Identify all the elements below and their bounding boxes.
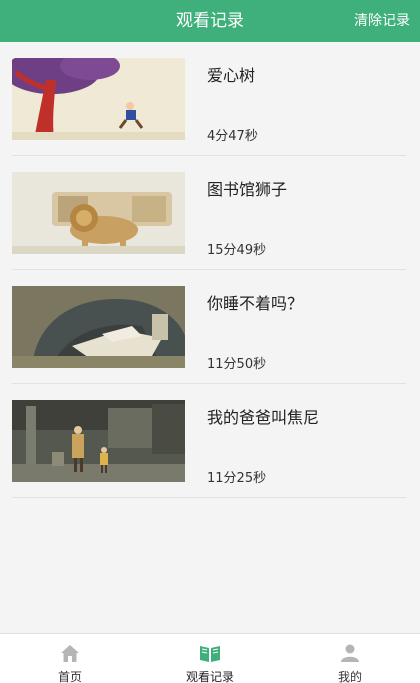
- history-item[interactable]: 你睡不着吗？ 11分50秒: [12, 270, 406, 384]
- history-item[interactable]: 我的爸爸叫焦尼 11分25秒: [12, 384, 406, 498]
- video-title: 爱心树: [207, 66, 256, 85]
- book-cover-thumbnail: [12, 58, 185, 140]
- father-son-street-illustration: [12, 400, 185, 482]
- watch-duration: 15分49秒: [207, 243, 267, 258]
- cave-sleeping-illustration: [12, 286, 185, 368]
- video-title: 你睡不着吗？: [207, 294, 304, 313]
- home-icon: [61, 645, 79, 662]
- watch-duration: 11分25秒: [207, 471, 267, 486]
- watch-duration: 11分50秒: [207, 357, 267, 372]
- tab-mine-label: 我的: [337, 670, 362, 683]
- user-icon: [341, 644, 359, 662]
- history-item[interactable]: 爱心树 4分47秒: [12, 42, 406, 156]
- tab-home[interactable]: 首页: [0, 634, 140, 683]
- open-book-icon: [200, 646, 220, 662]
- tab-home-label: 首页: [57, 670, 82, 683]
- book-cover-thumbnail: [12, 172, 185, 254]
- tab-mine[interactable]: 我的: [280, 634, 420, 683]
- tab-history[interactable]: 观看记录: [140, 634, 280, 683]
- library-lion-illustration: [12, 172, 185, 254]
- history-item[interactable]: 图书馆狮子 15分49秒: [12, 156, 406, 270]
- video-title: 我的爸爸叫焦尼: [207, 408, 320, 427]
- book-cover-thumbnail: [12, 400, 185, 482]
- book-cover-thumbnail: [12, 286, 185, 368]
- bottom-navigation: 首页 观看记录 我的: [0, 633, 420, 683]
- watch-duration: 4分47秒: [207, 129, 258, 144]
- video-title: 图书馆狮子: [207, 180, 288, 199]
- top-app-bar: 观看记录 清除记录: [0, 0, 420, 42]
- clear-history-button[interactable]: 清除记录: [354, 0, 410, 42]
- giving-tree-illustration: [12, 58, 185, 140]
- tab-history-label: 观看记录: [185, 670, 234, 683]
